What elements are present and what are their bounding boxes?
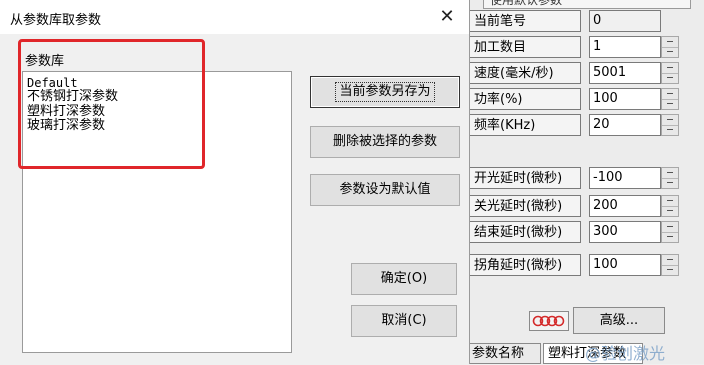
param-value-field[interactable]: 100 — [589, 254, 661, 276]
ok-button[interactable]: 确定(O) — [351, 263, 457, 295]
spin-control[interactable] — [661, 167, 679, 189]
spin-down-icon[interactable] — [662, 232, 678, 242]
list-item[interactable]: 不锈钢打深参数 — [27, 90, 118, 104]
spin-down-icon[interactable] — [662, 47, 678, 57]
param-value-field[interactable]: 5001 — [589, 62, 661, 84]
param-value-field[interactable]: -100 — [589, 167, 661, 189]
spin-down-icon[interactable] — [662, 178, 678, 188]
parameter-name-label: 参数名称 — [467, 343, 541, 364]
close-icon[interactable]: ✕ — [432, 5, 462, 29]
parameter-library-label: 参数库 — [25, 54, 65, 69]
param-label: 功率(%) — [467, 88, 581, 110]
laser-icon[interactable] — [529, 311, 569, 331]
param-label: 结束延时(微秒) — [467, 221, 581, 243]
param-label: 关光延时(微秒) — [467, 195, 581, 217]
spin-down-icon[interactable] — [662, 125, 678, 135]
list-item[interactable]: Default — [27, 76, 78, 90]
cancel-button[interactable]: 取消(C) — [351, 305, 457, 337]
spin-down-icon[interactable] — [662, 99, 678, 109]
param-label: 开光延时(微秒) — [467, 167, 581, 189]
param-value-field[interactable]: 20 — [589, 114, 661, 136]
advanced-button[interactable]: 高级... — [573, 307, 665, 334]
param-value-field[interactable]: 1 — [589, 36, 661, 58]
save-as-button[interactable]: 当前参数另存为 — [310, 76, 460, 108]
param-label: 加工数目 — [467, 36, 581, 58]
param-value-field[interactable]: 300 — [589, 221, 661, 243]
watermark: @验创激光 — [585, 344, 666, 363]
list-item[interactable]: 塑料打深参数 — [27, 105, 105, 119]
spin-control[interactable] — [661, 88, 679, 110]
spin-control[interactable] — [661, 254, 679, 276]
spin-down-icon[interactable] — [662, 206, 678, 216]
parameter-library-list[interactable]: Default 不锈钢打深参数 塑料打深参数 玻璃打深参数 — [22, 71, 292, 353]
spin-control[interactable] — [661, 221, 679, 243]
param-value-field: 0 — [589, 10, 661, 32]
param-value-field[interactable]: 200 — [589, 195, 661, 217]
spin-control[interactable] — [661, 114, 679, 136]
list-item[interactable]: 玻璃打深参数 — [27, 119, 105, 133]
param-label: 频率(KHz) — [467, 114, 581, 136]
set-default-button[interactable]: 参数设为默认值 — [310, 174, 460, 206]
spin-control[interactable] — [661, 36, 679, 58]
spin-control[interactable] — [661, 195, 679, 217]
param-label: 当前笔号 — [467, 10, 581, 32]
use-default-parameter-checkbox[interactable]: 使用默认参数 — [483, 0, 691, 9]
save-as-label: 当前参数另存为 — [335, 82, 435, 102]
load-parameter-dialog: 从参数库取参数 ✕ 参数库 Default 不锈钢打深参数 塑料打深参数 玻璃打… — [0, 0, 470, 364]
param-label: 速度(毫米/秒) — [467, 62, 581, 84]
spin-down-icon[interactable] — [662, 265, 678, 275]
spin-down-icon[interactable] — [662, 73, 678, 83]
pen-parameter-panel: 使用默认参数 当前笔号 0 加工数目 1 速度(毫米/秒) 5001 功率(%)… — [462, 0, 704, 364]
param-label: 拐角延时(微秒) — [467, 254, 581, 276]
param-value-field[interactable]: 100 — [589, 88, 661, 110]
dialog-title-bar[interactable]: 从参数库取参数 ✕ — [0, 0, 469, 34]
delete-selected-button[interactable]: 删除被选择的参数 — [310, 126, 460, 158]
spin-control[interactable] — [661, 62, 679, 84]
dialog-title: 从参数库取参数 — [10, 13, 102, 28]
